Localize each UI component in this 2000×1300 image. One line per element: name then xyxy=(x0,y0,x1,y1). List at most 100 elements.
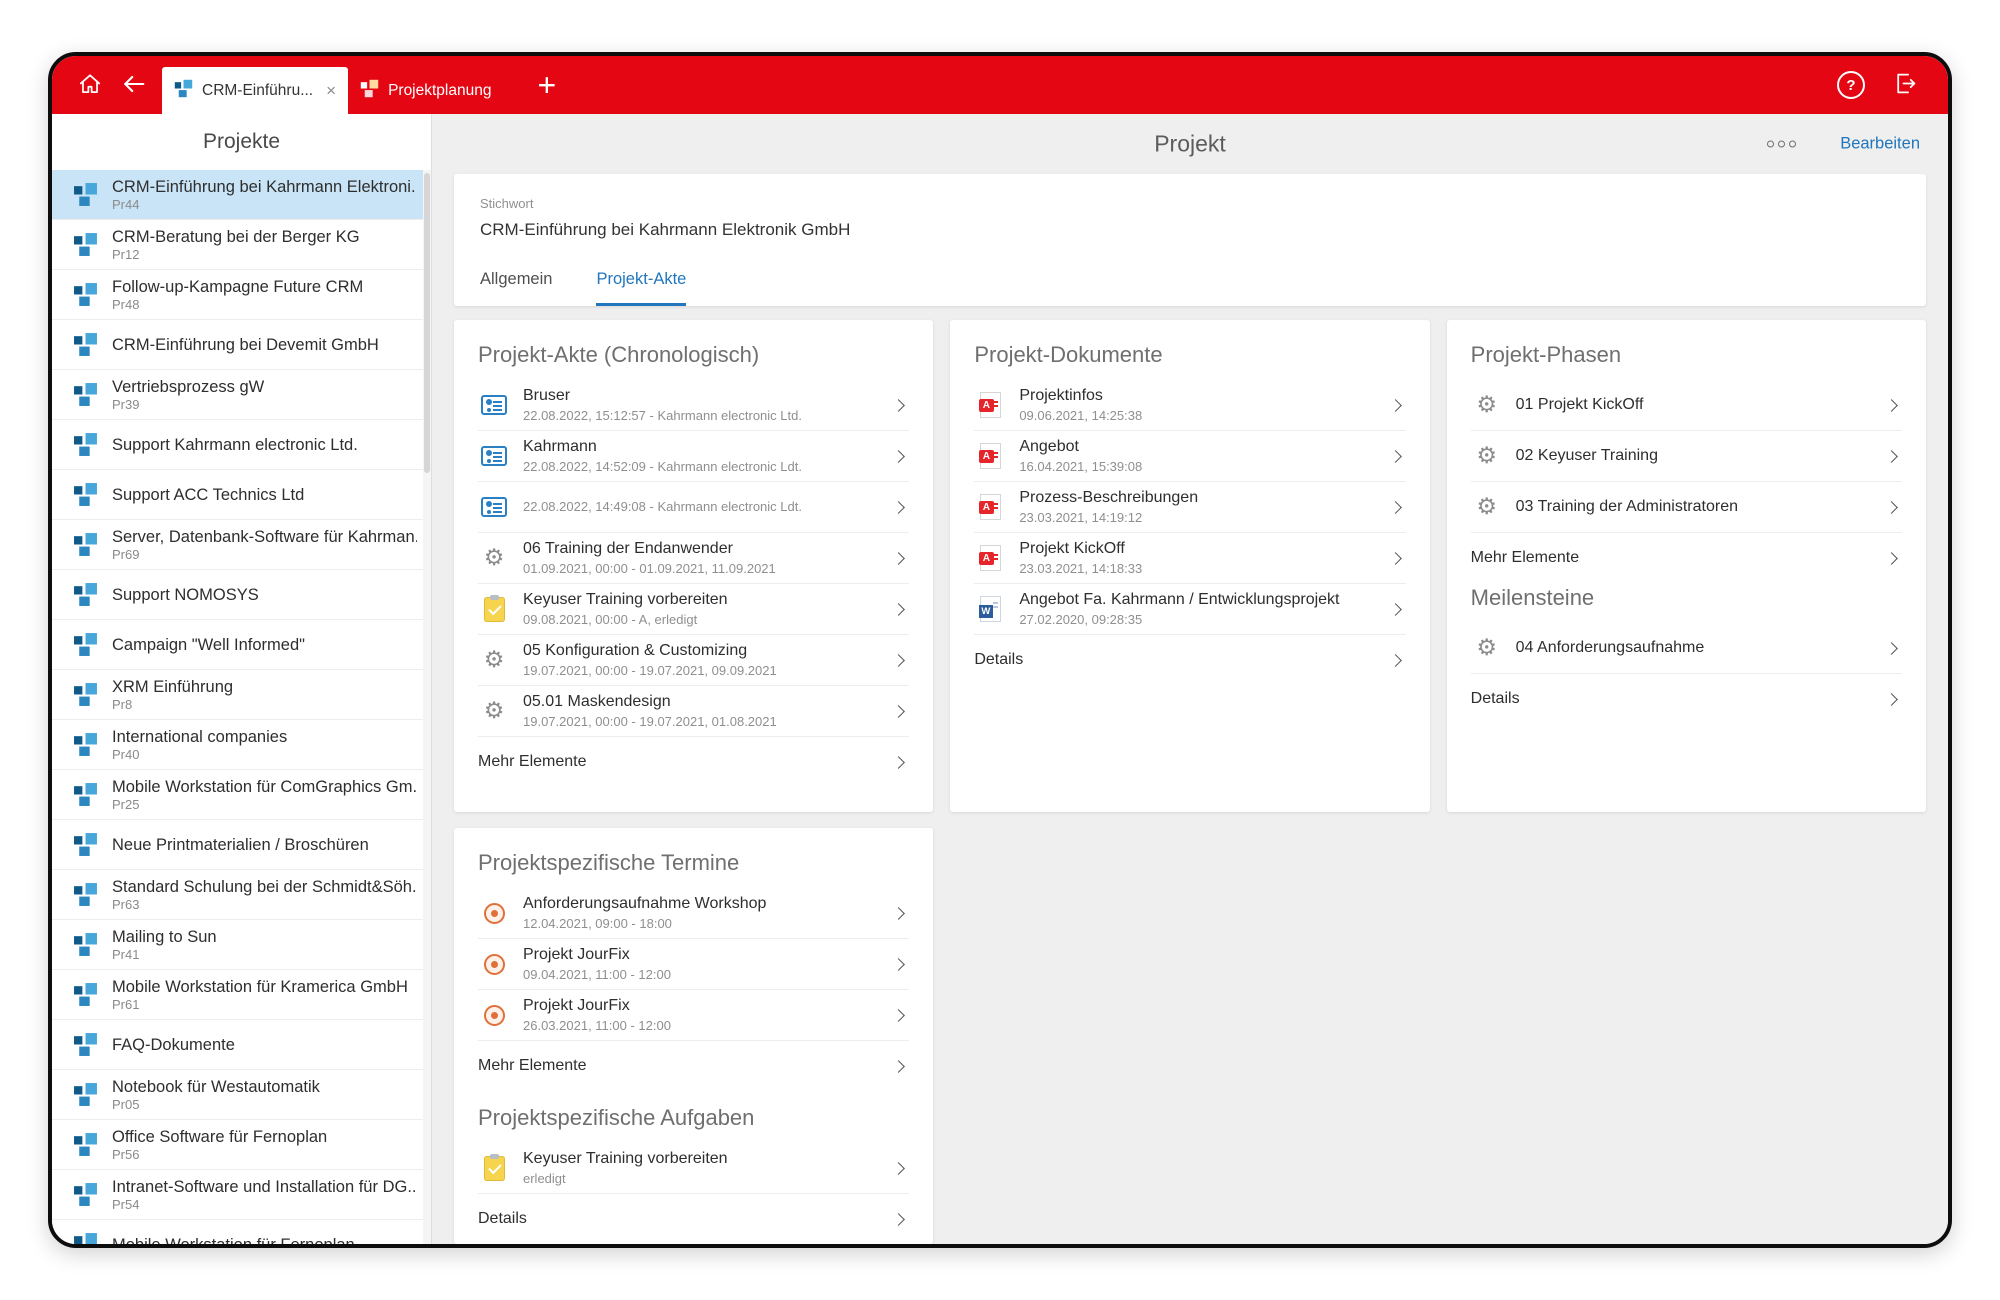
scrollbar-thumb[interactable] xyxy=(424,173,430,473)
edit-button[interactable]: Bearbeiten xyxy=(1840,135,1920,154)
card-title: Meilensteine xyxy=(1470,585,1595,610)
list-item[interactable]: Projekt JourFix 09.04.2021, 11:00 - 12:0… xyxy=(478,939,910,990)
tab-projektplanung[interactable]: Projektplanung xyxy=(348,67,503,114)
sidebar-project-item[interactable]: Campaign "Well Informed" xyxy=(52,620,431,670)
gear-icon xyxy=(484,649,505,672)
project-list: CRM-Einführung bei Kahrmann Elektroni...… xyxy=(52,170,431,1244)
gear-icon xyxy=(1476,394,1497,417)
chevron-right-icon xyxy=(1388,500,1402,514)
project-icon xyxy=(72,382,99,407)
list-item[interactable]: Projekt KickOff 23.03.2021, 14:18:33 xyxy=(974,533,1406,584)
sidebar-project-item[interactable]: Follow-up-Kampagne Future CRM Pr48 xyxy=(52,270,431,320)
contact-icon xyxy=(481,497,507,517)
chevron-right-icon xyxy=(892,449,906,463)
sidebar-project-item[interactable]: Neue Printmaterialien / Broschüren xyxy=(52,820,431,870)
home-button[interactable] xyxy=(68,56,112,114)
sidebar-project-item[interactable]: XRM Einführung Pr8 xyxy=(52,670,431,720)
project-icon xyxy=(72,632,99,657)
sidebar-project-item[interactable]: Server, Datenbank-Software für Kahrman..… xyxy=(52,520,431,570)
help-button[interactable]: ? xyxy=(1837,71,1865,99)
card-title: Projekt-Phasen xyxy=(1470,342,1622,367)
sidebar-project-item[interactable]: Standard Schulung bei der Schmidt&Söh...… xyxy=(52,870,431,920)
contact-icon xyxy=(481,395,507,415)
projekt-akte-list: Bruser 22.08.2022, 15:12:57 - Kahrmann e… xyxy=(478,380,910,737)
projekt-phasen-card: Projekt-Phasen 01 Projekt KickOff xyxy=(1446,320,1926,812)
list-item[interactable]: Anforderungsaufnahme Workshop 12.04.2021… xyxy=(478,888,910,939)
chevron-right-icon xyxy=(1885,641,1898,655)
sidebar-project-item[interactable]: CRM-Einführung bei Devemit GmbH xyxy=(52,320,431,370)
back-button[interactable] xyxy=(112,56,156,114)
sidebar-project-item[interactable]: CRM-Beratung bei der Berger KG Pr12 xyxy=(52,220,431,270)
sidebar-project-item[interactable]: International companies Pr40 xyxy=(52,720,431,770)
list-item[interactable]: 22.08.2022, 14:49:08 - Kahrmann electron… xyxy=(478,482,910,533)
list-item[interactable]: Angebot 16.04.2021, 15:39:08 xyxy=(974,431,1406,482)
chevron-right-icon xyxy=(1885,398,1898,412)
sidebar-project-item[interactable]: Mobile Workstation für Fernoplan xyxy=(52,1220,431,1244)
sidebar-project-item[interactable]: Vertriebsprozess gW Pr39 xyxy=(52,370,431,420)
sidebar-project-item[interactable]: FAQ-Dokumente xyxy=(52,1020,431,1070)
list-item[interactable]: 05 Konfiguration & Customizing 19.07.202… xyxy=(478,635,910,686)
sidebar-project-item[interactable]: CRM-Einführung bei Kahrmann Elektroni...… xyxy=(52,170,431,220)
sidebar-project-item[interactable]: Mobile Workstation für ComGraphics Gm...… xyxy=(52,770,431,820)
more-elements-button[interactable]: Mehr Elemente xyxy=(478,737,909,787)
list-item[interactable]: Angebot Fa. Kahrmann / Entwicklungsproje… xyxy=(974,584,1406,635)
project-icon xyxy=(72,1182,99,1207)
list-item[interactable]: Kahrmann 22.08.2022, 14:52:09 - Kahrmann… xyxy=(478,431,910,482)
chevron-right-icon xyxy=(892,1008,906,1022)
list-item[interactable]: 03 Training der Administratoren xyxy=(1470,482,1902,533)
list-item[interactable]: 01 Projekt KickOff xyxy=(1470,380,1902,431)
chevron-right-icon xyxy=(892,398,906,412)
list-item[interactable]: Prozess-Beschreibungen 23.03.2021, 14:19… xyxy=(974,482,1406,533)
list-item[interactable]: 06 Training der Endanwender 01.09.2021, … xyxy=(478,533,910,584)
sidebar-project-item[interactable]: Mailing to Sun Pr41 xyxy=(52,920,431,970)
project-icon xyxy=(72,232,99,257)
more-elements-button[interactable]: Mehr Elemente xyxy=(478,1041,909,1091)
sidebar-project-item[interactable]: Intranet-Software und Installation für D… xyxy=(52,1170,431,1220)
new-tab-button[interactable]: + xyxy=(537,69,556,101)
pdf-icon xyxy=(978,392,1001,418)
project-icon xyxy=(72,932,99,957)
chevron-right-icon xyxy=(1388,602,1402,616)
list-item[interactable]: 05.01 Maskendesign 19.07.2021, 00:00 - 1… xyxy=(478,686,910,737)
details-button[interactable]: Details xyxy=(1471,674,1902,724)
project-icon xyxy=(72,1232,99,1244)
list-item[interactable]: Bruser 22.08.2022, 15:12:57 - Kahrmann e… xyxy=(478,380,910,431)
more-options-button[interactable] xyxy=(1767,140,1797,148)
list-item[interactable]: 02 Keyuser Training xyxy=(1470,431,1902,482)
sidebar-scrollbar[interactable] xyxy=(423,170,431,1244)
sidebar-project-item[interactable]: Mobile Workstation für Kramerica GmbH Pr… xyxy=(52,970,431,1020)
details-button[interactable]: Details xyxy=(478,1194,909,1244)
more-elements-button[interactable]: Mehr Elemente xyxy=(1471,533,1902,583)
list-item[interactable]: 04 Anforderungsaufnahme xyxy=(1470,623,1902,674)
details-button[interactable]: Details xyxy=(974,635,1405,685)
chevron-right-icon xyxy=(1388,398,1402,412)
aufgaben-list: Keyuser Training vorbereiten erledigt xyxy=(478,1143,910,1194)
project-icon xyxy=(72,582,99,607)
project-icon xyxy=(72,282,99,307)
project-tab-icon xyxy=(174,79,193,103)
stichwort-value: CRM-Einführung bei Kahrmann Elektronik G… xyxy=(480,220,851,239)
project-icon xyxy=(72,882,99,907)
tab-close-icon[interactable]: × xyxy=(326,82,336,99)
project-icon xyxy=(72,682,99,707)
tab-allgemein[interactable]: Allgemein xyxy=(480,270,552,306)
logout-button[interactable] xyxy=(1893,71,1918,99)
sidebar-project-item[interactable]: Support ACC Technics Ltd xyxy=(52,470,431,520)
tab-crm-einfuehrung[interactable]: CRM-Einführu... × xyxy=(162,67,349,114)
sidebar-project-item[interactable]: Support Kahrmann electronic Ltd. xyxy=(52,420,431,470)
project-icon xyxy=(72,982,99,1007)
project-icon xyxy=(72,832,99,857)
chevron-right-icon xyxy=(1885,692,1898,706)
list-item[interactable]: Keyuser Training vorbereiten erledigt xyxy=(478,1143,910,1194)
list-item[interactable]: Keyuser Training vorbereiten 09.08.2021,… xyxy=(478,584,910,635)
tab-projekt-akte[interactable]: Projekt-Akte xyxy=(596,270,687,306)
gear-icon xyxy=(484,547,505,570)
sidebar-project-item[interactable]: Notebook für Westautomatik Pr05 xyxy=(52,1070,431,1120)
list-item[interactable]: Projektinfos 09.06.2021, 14:25:38 xyxy=(974,380,1406,431)
sidebar-project-item[interactable]: Office Software für Fernoplan Pr56 xyxy=(52,1120,431,1170)
list-item[interactable]: Projekt JourFix 26.03.2021, 11:00 - 12:0… xyxy=(478,990,910,1041)
topbar: CRM-Einführu... × Projektplanung + ? xyxy=(52,56,1948,114)
sidebar-project-item[interactable]: Support NOMOSYS xyxy=(52,570,431,620)
project-icon xyxy=(72,782,99,807)
project-icon xyxy=(72,1082,99,1107)
